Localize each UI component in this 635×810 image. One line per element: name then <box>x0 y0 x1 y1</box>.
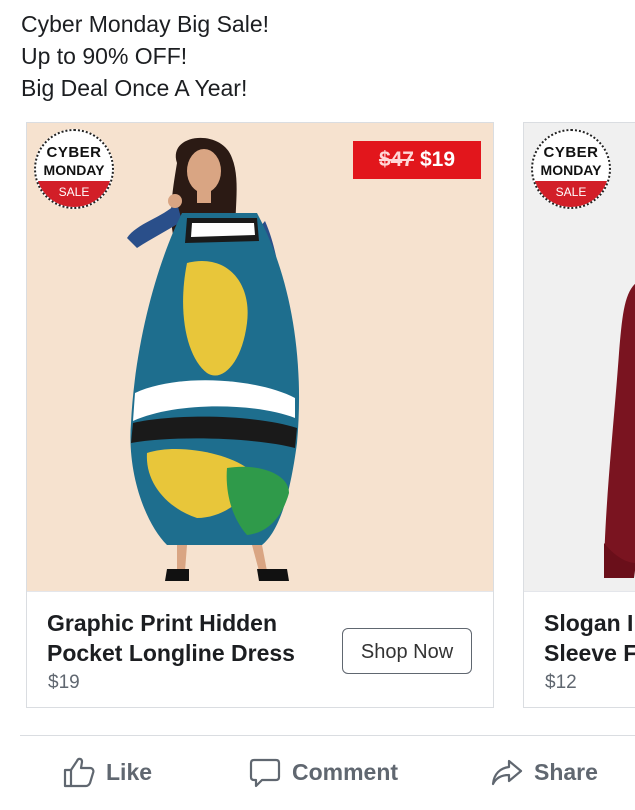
badge-line-1: CYBER <box>543 144 599 161</box>
product-title[interactable]: Slogan I Sleeve F <box>544 608 635 668</box>
share-label: Share <box>534 758 598 785</box>
thumbs-up-icon <box>63 757 95 788</box>
product-title-line-1: Slogan I <box>544 610 634 636</box>
post-line-1: Cyber Monday Big Sale! <box>21 11 270 37</box>
card-footer: Graphic Print Hidden Pocket Longline Dre… <box>27 591 493 710</box>
post-text: Cyber Monday Big Sale! Up to 90% OFF! Bi… <box>21 8 269 104</box>
product-title-line-2: Sleeve F <box>544 640 635 666</box>
card-footer: Slogan I Sleeve F $12 <box>524 591 635 710</box>
product-price: $19 <box>48 672 80 693</box>
product-image[interactable]: CYBER MONDAY SALE $47 $19 <box>27 123 493 591</box>
comment-button[interactable]: Comment <box>248 754 398 790</box>
badge-line-3: SALE <box>533 181 609 207</box>
badge-line-1: CYBER <box>46 144 102 161</box>
comment-icon <box>249 758 281 788</box>
cyber-monday-badge: CYBER MONDAY SALE <box>34 129 114 209</box>
new-price: $19 <box>420 148 456 171</box>
post-actions: Like Comment Share <box>0 736 635 810</box>
product-image[interactable]: CYBER MONDAY SALE <box>524 123 635 591</box>
product-card[interactable]: CYBER MONDAY SALE $47 $19 Graphic Print H… <box>26 122 494 708</box>
product-price: $12 <box>545 672 577 693</box>
product-title[interactable]: Graphic Print Hidden Pocket Longline Dre… <box>47 608 295 668</box>
badge-line-2: MONDAY <box>43 162 105 178</box>
like-button[interactable]: Like <box>62 754 152 790</box>
old-price: $47 <box>378 148 414 171</box>
shop-now-button[interactable]: Shop Now <box>342 628 472 674</box>
product-carousel[interactable]: CYBER MONDAY SALE $47 $19 Graphic Print H… <box>26 122 635 710</box>
badge-line-2: MONDAY <box>540 162 602 178</box>
share-arrow-icon <box>491 759 523 786</box>
badge-line-3: SALE <box>36 181 112 207</box>
comment-label: Comment <box>292 758 399 785</box>
sale-price-tag: $47 $19 <box>353 141 481 179</box>
product-card[interactable]: CYBER MONDAY SALE Slogan I Sleeve F $12 <box>523 122 635 708</box>
cyber-monday-badge: CYBER MONDAY SALE <box>531 129 611 209</box>
share-button[interactable]: Share <box>490 754 598 790</box>
product-title-line-1: Graphic Print Hidden <box>47 610 278 636</box>
like-label: Like <box>106 758 153 785</box>
product-title-line-2: Pocket Longline Dress <box>47 640 295 666</box>
post-line-2: Up to 90% OFF! <box>21 43 188 69</box>
post-line-3: Big Deal Once A Year! <box>21 75 248 101</box>
